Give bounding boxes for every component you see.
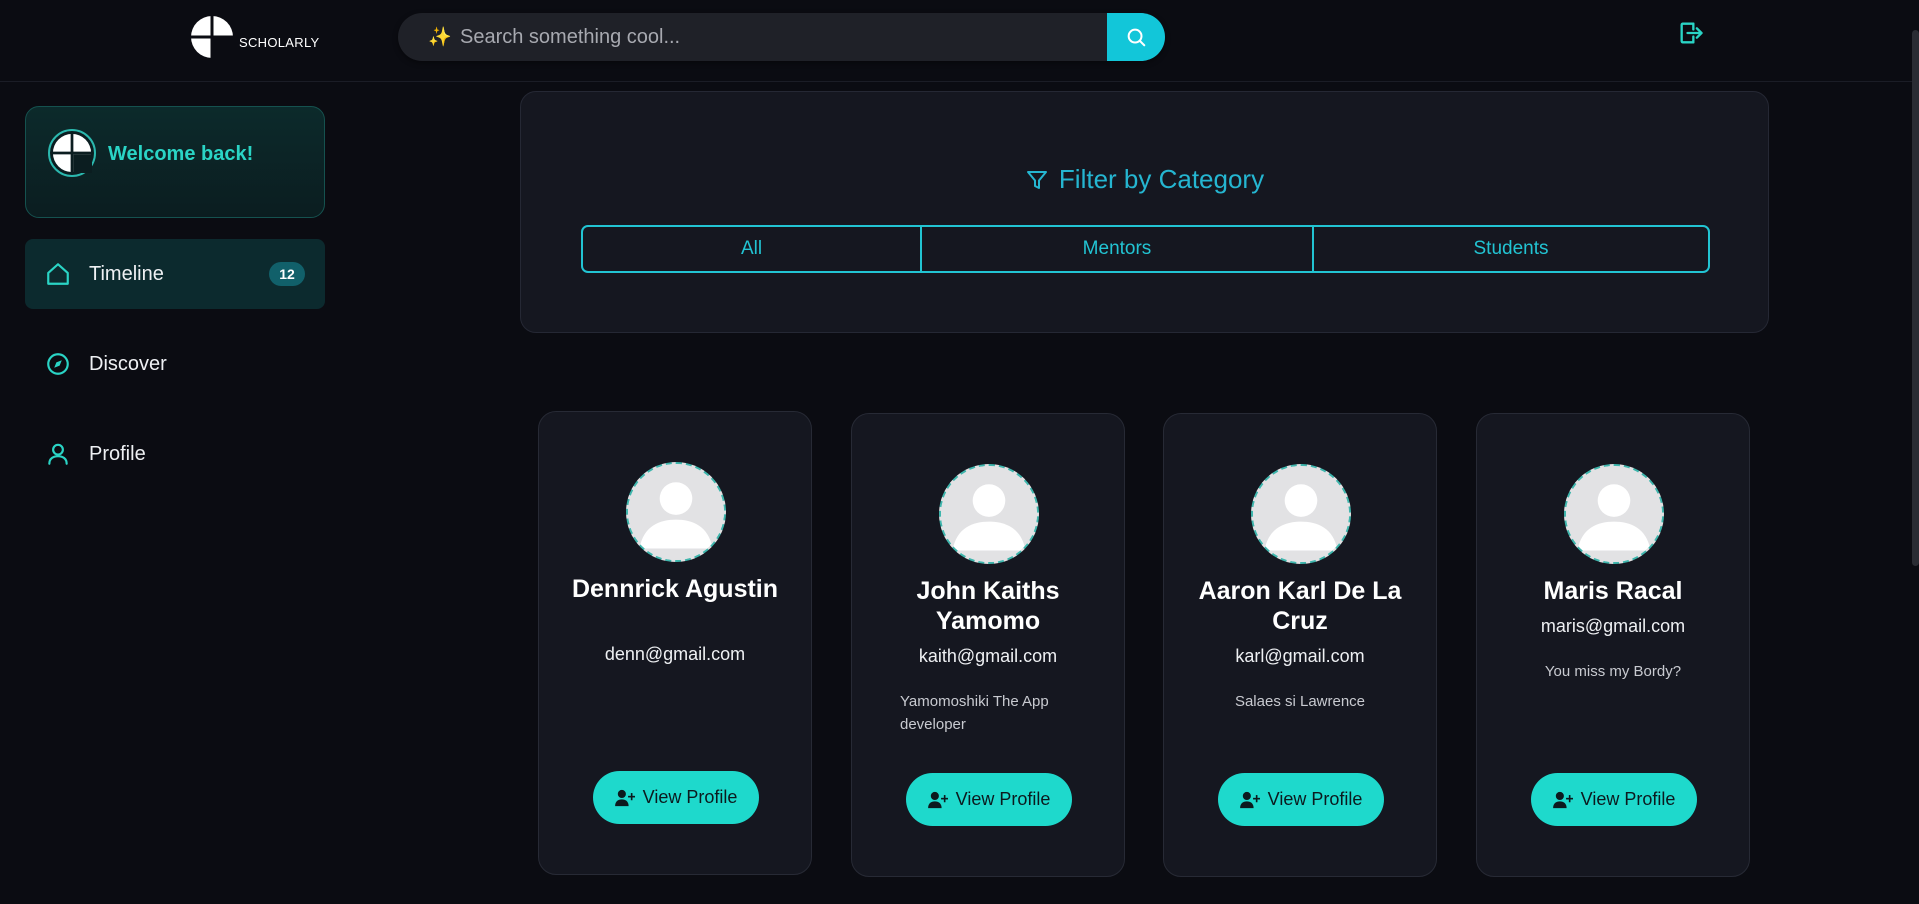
user-card: Dennrick Agustin denn@gmail.com View Pro… [538, 411, 812, 875]
user-name: Dennrick Agustin [571, 575, 779, 603]
view-profile-button[interactable]: View Profile [1218, 773, 1384, 826]
sidebar-item-discover[interactable]: Discover [25, 329, 325, 399]
view-profile-button[interactable]: View Profile [1531, 773, 1697, 826]
page-scrollbar[interactable] [1912, 30, 1919, 566]
view-profile-button[interactable]: View Profile [593, 771, 759, 824]
logout-icon [1680, 22, 1703, 44]
avatar [1251, 464, 1351, 564]
user-email: denn@gmail.com [604, 644, 746, 664]
user-email: karl@gmail.com [1235, 646, 1365, 666]
user-bio: Yamomoshiki The App developer [900, 693, 1049, 733]
view-profile-button[interactable]: View Profile [906, 773, 1072, 826]
top-header: SCHOLARLY ✨ [0, 0, 1919, 82]
user-name: Maris Racal [1543, 577, 1683, 605]
default-avatar-icon [1253, 466, 1349, 562]
default-avatar-icon [1566, 466, 1662, 562]
view-profile-label: View Profile [955, 789, 1051, 809]
user-icon [48, 443, 68, 465]
filter-title-text: Filter by Category [1058, 164, 1265, 194]
user-plus-icon [1239, 791, 1260, 808]
category-filter-group: All Mentors Students [581, 225, 1710, 273]
user-plus-icon [927, 791, 948, 808]
search-bar: ✨ [398, 13, 1165, 61]
default-avatar-icon [941, 466, 1037, 562]
filter-panel: Filter by Category All Mentors Students [520, 91, 1769, 333]
view-profile-label: View Profile [1580, 789, 1676, 809]
view-profile-label: View Profile [1267, 789, 1363, 809]
logout-button[interactable] [1677, 19, 1705, 47]
default-avatar-icon [628, 464, 724, 560]
logo-icon [190, 15, 234, 59]
filter-students-button[interactable]: Students [1314, 227, 1708, 271]
avatar[interactable] [48, 129, 96, 177]
avatar [626, 462, 726, 562]
avatar [939, 464, 1039, 564]
sidebar-item-label: Profile [89, 442, 146, 465]
avatar [1564, 464, 1664, 564]
filter-title: Filter by Category [521, 164, 1768, 195]
sidebar-item-label: Discover [89, 352, 167, 375]
user-card: Maris Racal maris@gmail.com You miss my … [1476, 413, 1750, 877]
user-plus-icon [614, 789, 635, 806]
user-plus-icon [1552, 791, 1573, 808]
user-name: Aaron Karl De La Cruz [1198, 577, 1402, 635]
filter-icon [1026, 170, 1047, 189]
view-profile-label: View Profile [642, 787, 738, 807]
welcome-card: Welcome back! [25, 106, 325, 218]
logo-icon [52, 133, 92, 173]
app-logo[interactable]: SCHOLARLY [190, 15, 319, 59]
status-badge: 12 [269, 262, 305, 286]
user-name: John Kaiths Yamomo [916, 577, 1060, 635]
compass-icon [47, 353, 69, 375]
user-card: Aaron Karl De La Cruz karl@gmail.com Sal… [1163, 413, 1437, 877]
filter-mentors-button[interactable]: Mentors [922, 227, 1314, 271]
welcome-text: Welcome back! [108, 143, 254, 165]
search-button[interactable] [1107, 13, 1165, 61]
filter-all-button[interactable]: All [583, 227, 922, 271]
user-bio: Salaes si Lawrence [1234, 693, 1366, 710]
sidebar-item-profile[interactable]: Profile [25, 419, 325, 489]
logo-text: SCHOLARLY [239, 34, 320, 50]
user-card: John Kaiths Yamomo kaith@gmail.com Yamom… [851, 413, 1125, 877]
sidebar-item-label: Timeline [89, 262, 164, 285]
user-email: kaith@gmail.com [918, 646, 1058, 666]
sidebar-item-timeline[interactable]: Timeline 12 [25, 239, 325, 309]
home-icon [47, 263, 69, 285]
sparkle-icon: ✨ [428, 27, 452, 48]
search-input[interactable] [452, 13, 1107, 61]
user-bio: You miss my Bordy? [1544, 663, 1682, 680]
search-icon [1127, 28, 1146, 47]
user-email: maris@gmail.com [1540, 616, 1686, 636]
